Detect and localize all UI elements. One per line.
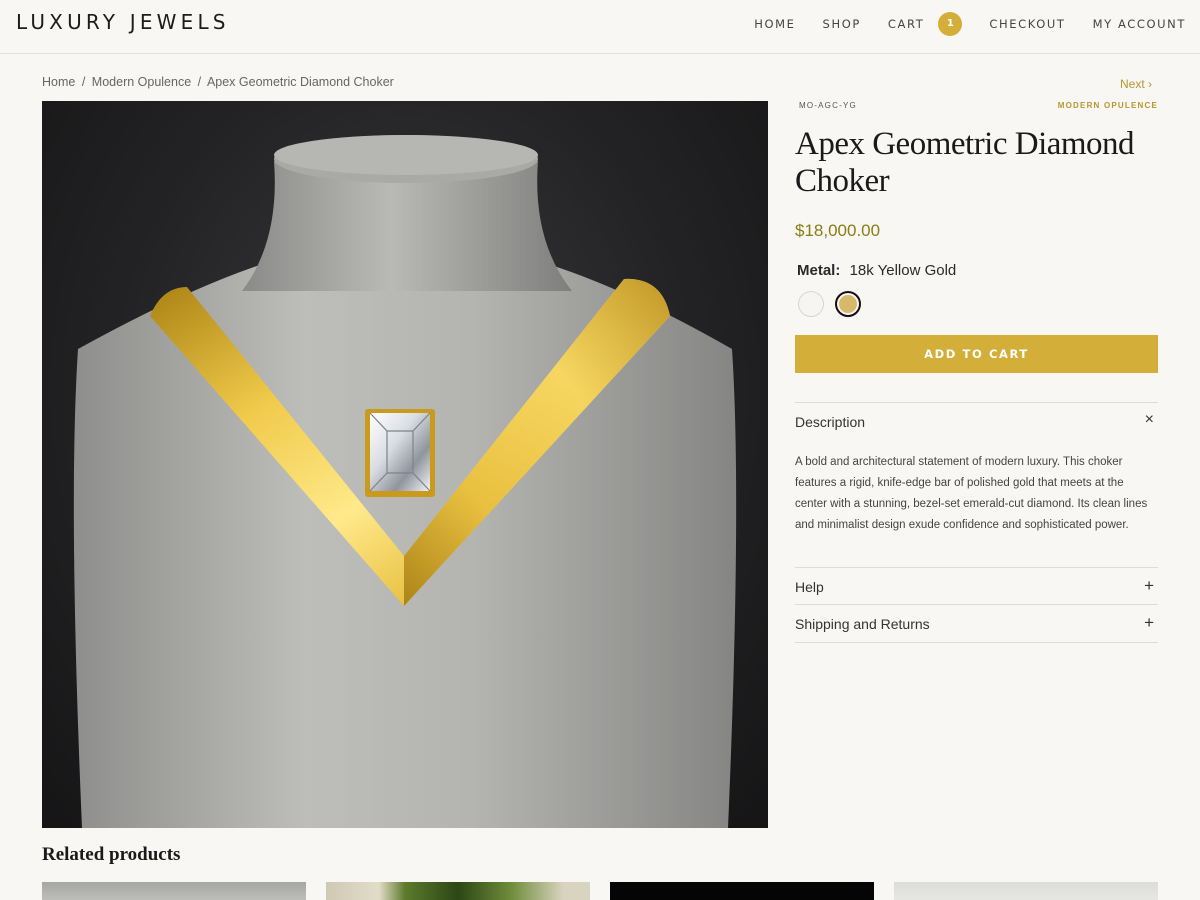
breadcrumb-current: Apex Geometric Diamond Choker xyxy=(206,75,394,89)
close-icon[interactable]: × xyxy=(1145,411,1154,429)
metal-swatches xyxy=(798,291,872,317)
metal-label: Metal: xyxy=(797,262,841,279)
accordion-help-title: Help xyxy=(795,579,824,595)
plus-icon: + xyxy=(1144,613,1154,632)
accordion-description: Description × A bold and architectural s… xyxy=(795,402,1158,567)
swatch-yellow-gold[interactable] xyxy=(835,291,861,317)
next-product-link[interactable]: Next › xyxy=(1120,77,1152,91)
necklace-on-bust-image xyxy=(73,135,737,828)
nav-shop[interactable]: SHOP xyxy=(823,17,861,31)
related-product-thumb[interactable] xyxy=(42,882,306,900)
metal-selector-label: Metal: 18k Yellow Gold xyxy=(797,262,956,279)
nav-cart[interactable]: CART 1 xyxy=(887,12,963,36)
breadcrumb-home[interactable]: Home xyxy=(42,75,75,89)
breadcrumb-separator: / xyxy=(197,75,202,89)
accordion-description-title[interactable]: Description xyxy=(795,414,865,430)
product-title: Apex Geometric Diamond Choker xyxy=(795,126,1135,199)
add-to-cart-button[interactable]: ADD TO CART xyxy=(795,335,1158,373)
next-label: Next xyxy=(1120,77,1145,91)
main-nav: HOME SHOP CART 1 CHECKOUT MY ACCOUNT xyxy=(727,12,1186,36)
breadcrumb: Home / Modern Opulence / Apex Geometric … xyxy=(42,75,394,89)
related-product-thumb[interactable] xyxy=(610,882,874,900)
cart-count-badge: 1 xyxy=(938,12,963,36)
nav-cart-label: CART xyxy=(887,17,925,31)
product-description-text: A bold and architectural statement of mo… xyxy=(795,456,1148,531)
plus-icon: + xyxy=(1144,576,1154,595)
nav-checkout[interactable]: CHECKOUT xyxy=(989,17,1065,31)
product-image[interactable] xyxy=(42,101,768,828)
site-header: LUXURY JEWELS HOME SHOP CART 1 CHECKOUT … xyxy=(0,0,1200,54)
nav-my-account[interactable]: MY ACCOUNT xyxy=(1093,17,1186,31)
product-category-link[interactable]: MODERN OPULENCE xyxy=(1058,101,1158,110)
swatch-white-gold[interactable] xyxy=(798,291,824,317)
site-logo[interactable]: LUXURY JEWELS xyxy=(16,10,230,34)
accordion-shipping-title: Shipping and Returns xyxy=(795,616,930,632)
related-product-thumb[interactable] xyxy=(326,882,590,900)
chevron-right-icon: › xyxy=(1148,77,1153,91)
accordion-shipping-returns[interactable]: Shipping and Returns + xyxy=(795,604,1158,643)
product-price: $18,000.00 xyxy=(795,221,881,240)
accordion-help[interactable]: Help + xyxy=(795,567,1158,605)
breadcrumb-category[interactable]: Modern Opulence xyxy=(92,75,191,89)
related-product-thumb[interactable] xyxy=(894,882,1158,900)
product-sku: MO-AGC-YG xyxy=(799,101,857,110)
nav-home[interactable]: HOME xyxy=(754,17,795,31)
metal-value: 18k Yellow Gold xyxy=(849,262,957,279)
breadcrumb-separator: / xyxy=(81,75,86,89)
related-products-heading: Related products xyxy=(42,844,181,865)
